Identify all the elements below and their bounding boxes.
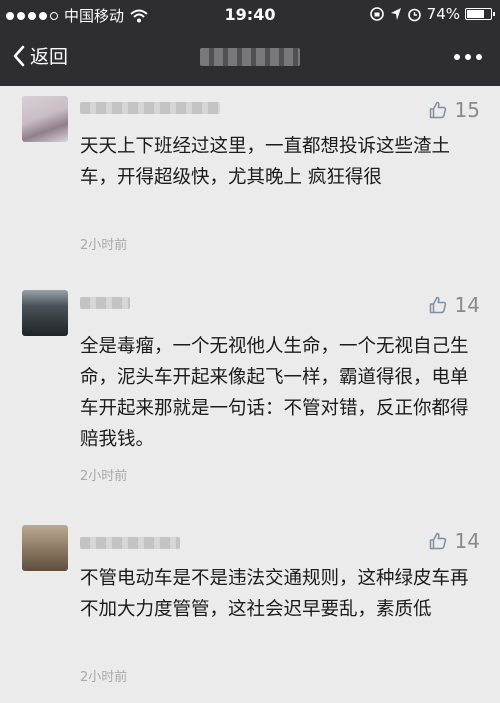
navigation-bar: 返回 — [0, 28, 500, 86]
username-blurred[interactable] — [80, 537, 180, 549]
avatar[interactable] — [22, 525, 68, 571]
more-icon-dot — [476, 54, 482, 60]
more-options-button[interactable] — [454, 54, 482, 60]
avatar[interactable] — [22, 96, 68, 142]
comment-time: 2小时前 — [80, 238, 128, 253]
like-count: 14 — [454, 529, 480, 553]
page-title-blurred — [200, 48, 300, 66]
chevron-left-icon — [13, 45, 25, 66]
battery-percent: 74% — [426, 5, 460, 23]
alarm-icon — [407, 8, 421, 21]
like-button[interactable]: 14 — [429, 293, 480, 317]
thumbs-up-icon — [429, 532, 446, 550]
thumbs-up-icon — [429, 101, 446, 119]
username-blurred[interactable] — [80, 297, 130, 309]
avatar[interactable] — [22, 290, 68, 336]
comment-text: 天天上下班经过这里，一直都想投诉这些渣土车，开得超级快，尤其晚上 疯狂得很 — [80, 136, 451, 188]
like-count: 15 — [454, 98, 480, 122]
comment-time: 2小时前 — [80, 469, 128, 484]
like-button[interactable]: 14 — [429, 529, 480, 553]
location-icon — [390, 8, 401, 20]
back-label: 返回 — [30, 46, 69, 68]
comment-text: 不管电动车是不是违法交通规则，这种绿皮车再不加大力度管管，这社会迟早要乱，素质低 — [80, 568, 469, 620]
like-button[interactable]: 15 — [429, 98, 480, 122]
status-indicators: 74% — [369, 5, 495, 23]
battery-icon — [465, 8, 495, 20]
back-button[interactable]: 返回 — [12, 42, 68, 69]
thumbs-up-icon — [429, 296, 446, 314]
more-icon-dot — [454, 54, 460, 60]
like-count: 14 — [454, 293, 480, 317]
comment-time: 2小时前 — [80, 670, 128, 685]
status-bar: 中国移动 19:40 74% — [0, 0, 500, 28]
username-blurred[interactable] — [80, 102, 220, 114]
rotation-lock-icon — [369, 7, 384, 21]
more-icon-dot — [465, 54, 471, 60]
comment-text: 全是毒瘤，一个无视他人生命，一个无视自己生命，泥头车开起来像起飞一样，霸道得很，… — [80, 336, 469, 450]
